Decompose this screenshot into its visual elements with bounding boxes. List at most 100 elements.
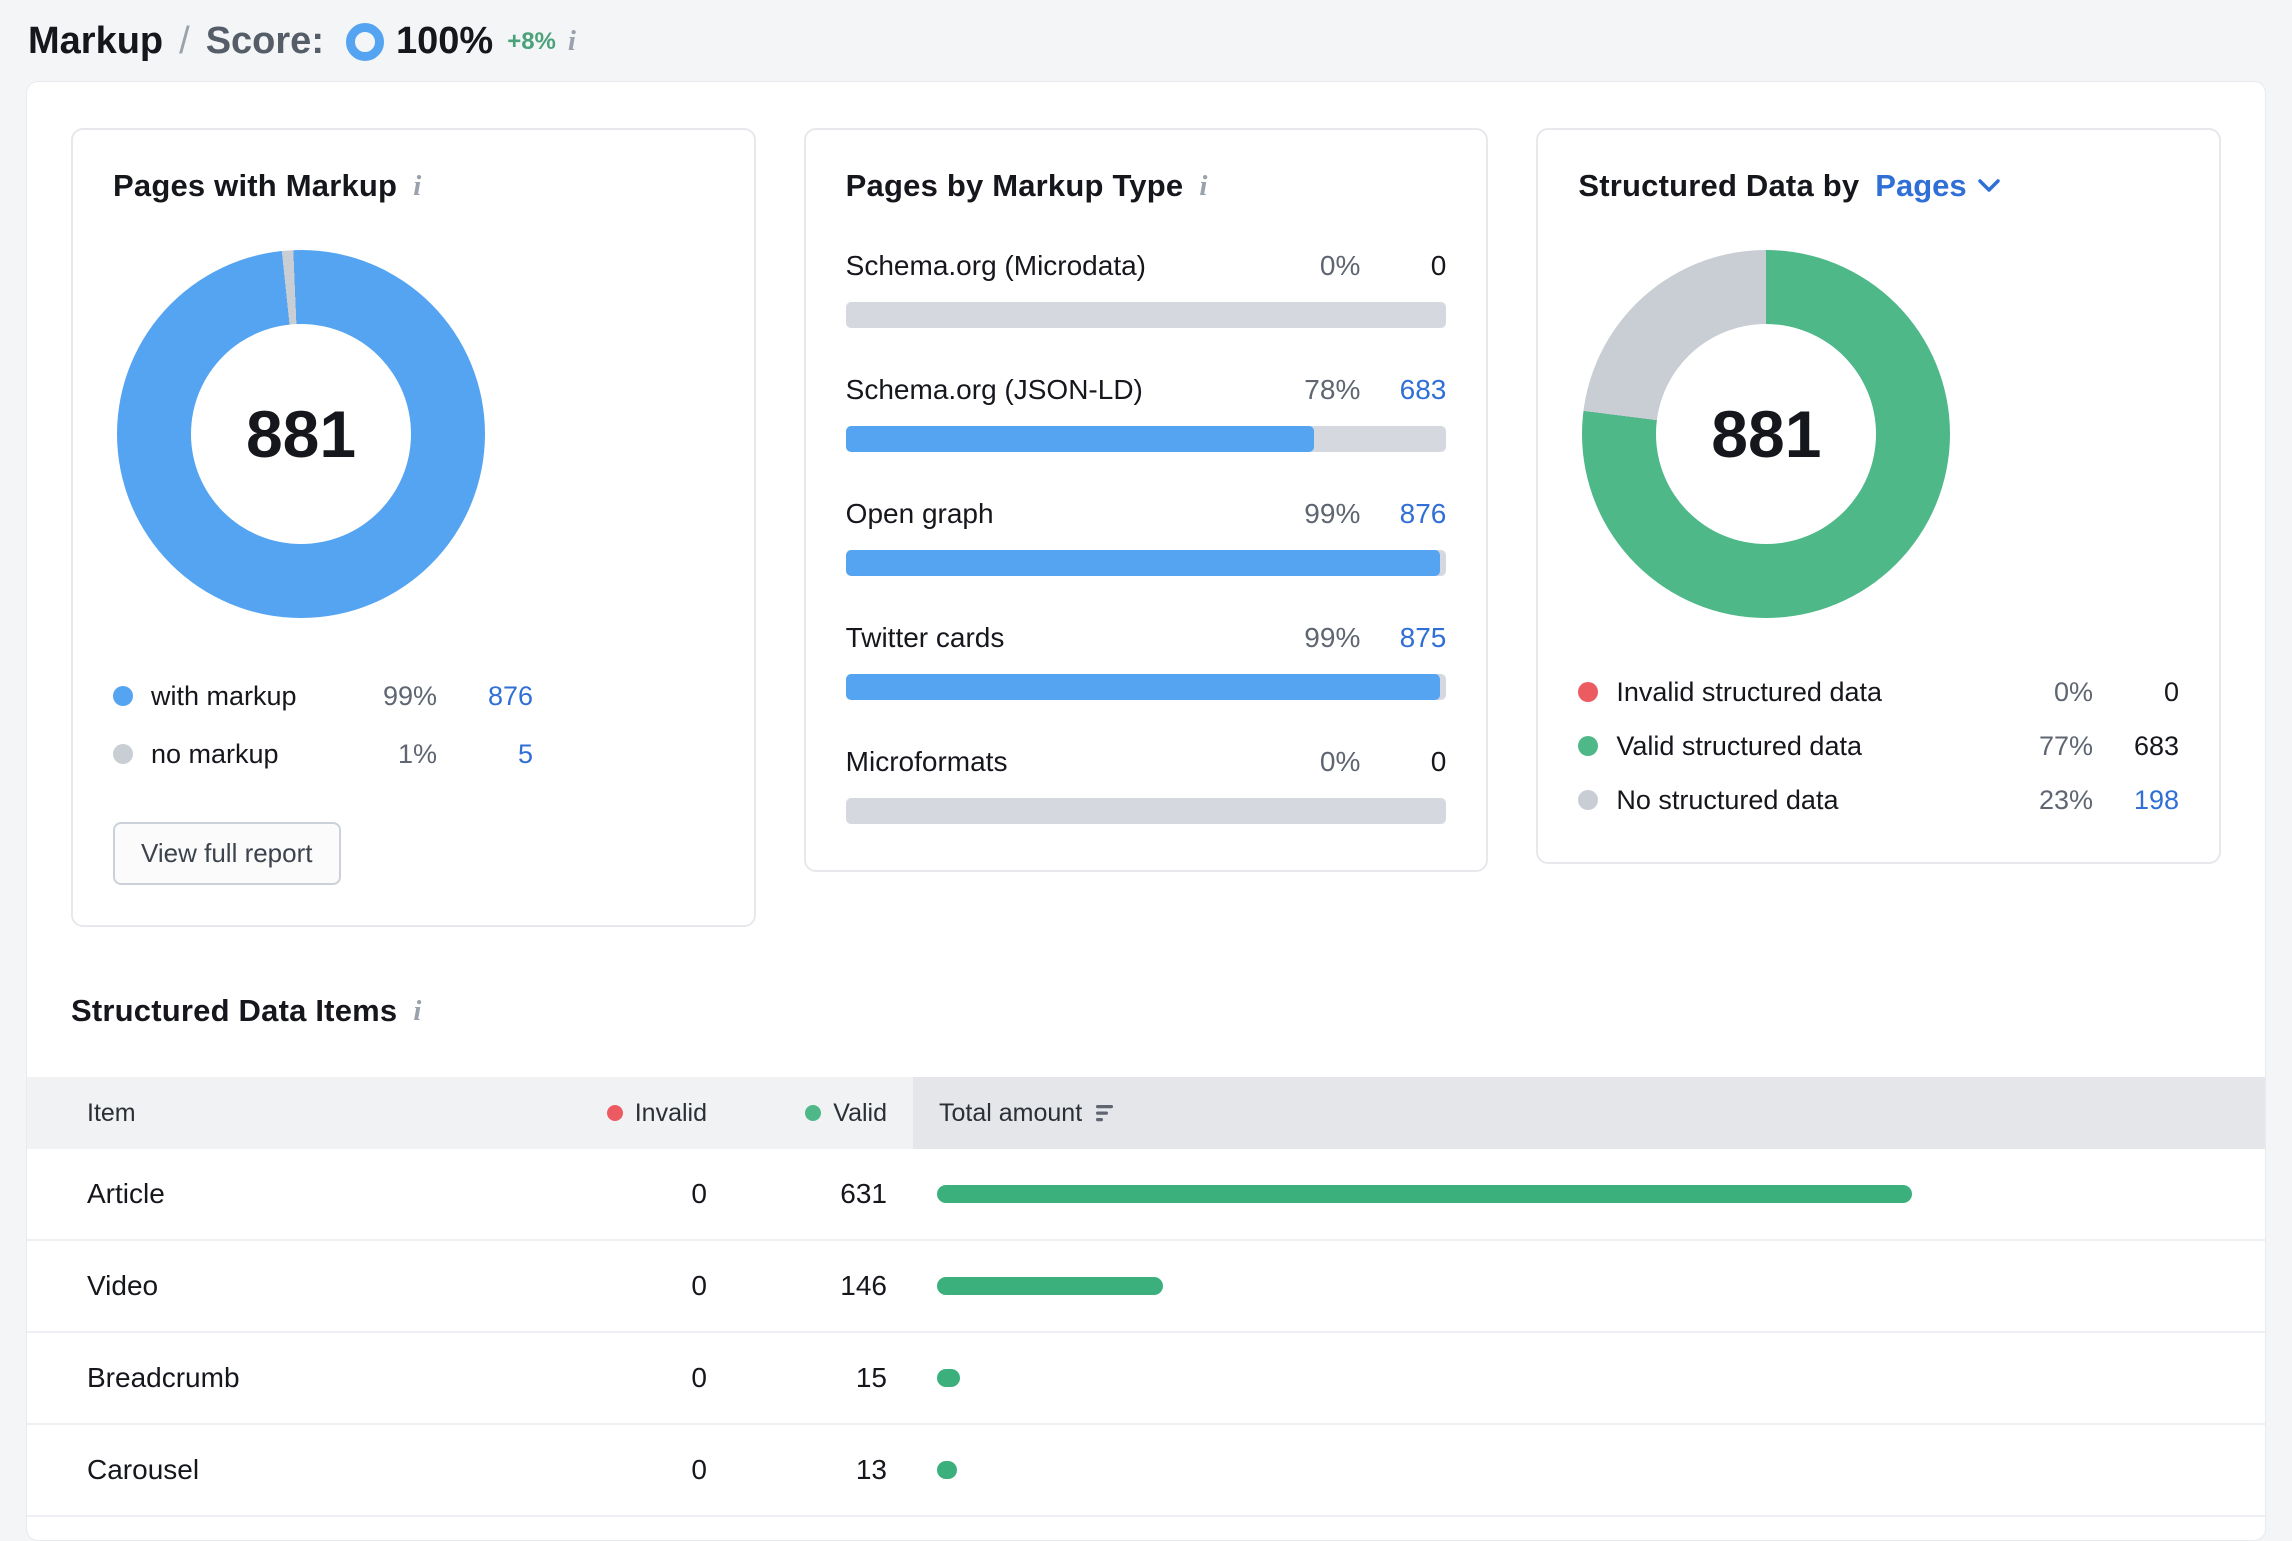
- page-header: Markup / Score: 100% +8% i: [0, 0, 2292, 81]
- legend-percent: 99%: [345, 681, 437, 712]
- legend-value: 683: [2093, 731, 2179, 762]
- markup-type-bar-track: [846, 550, 1447, 576]
- legend-percent: 23%: [2001, 785, 2093, 816]
- score-label: Score:: [206, 20, 324, 63]
- score-ring-icon: [346, 23, 384, 61]
- markup-type-row: Schema.org (JSON-LD) 78% 683: [846, 374, 1447, 452]
- content-panel: Pages with Markup i 881 with markup 99% …: [26, 81, 2266, 1541]
- table-body: Article 0 631 Video 0 146 Breadcrumb 0 1…: [27, 1149, 2265, 1517]
- invalid-count: 0: [587, 1362, 707, 1394]
- markup-type-bar-list: Schema.org (Microdata) 0% 0 Schema.org (…: [846, 250, 1447, 824]
- legend-label: Valid structured data: [1616, 731, 2001, 762]
- invalid-count: 0: [587, 1178, 707, 1210]
- structured-data-items-title: Structured Data Items: [71, 993, 397, 1029]
- invalid-count: 0: [587, 1454, 707, 1486]
- chevron-down-icon: [1977, 178, 2001, 194]
- table-header-left: Item Invalid Valid: [27, 1077, 913, 1149]
- legend-dot-icon: [113, 744, 133, 764]
- legend-value: 0: [2093, 677, 2179, 708]
- markup-type-count[interactable]: 875: [1374, 622, 1446, 654]
- legend-dot-icon: [1578, 682, 1598, 702]
- markup-type-label: Twitter cards: [846, 622, 1305, 654]
- markup-type-row: Twitter cards 99% 875: [846, 622, 1447, 700]
- legend-value[interactable]: 198: [2093, 785, 2179, 816]
- info-icon[interactable]: i: [413, 172, 421, 201]
- markup-type-row: Open graph 99% 876: [846, 498, 1447, 576]
- donut-total-pages: 881: [246, 396, 356, 472]
- legend-label: no markup: [151, 739, 345, 770]
- invalid-header-label: Invalid: [635, 1099, 707, 1128]
- invalid-column-header: Invalid: [587, 1099, 707, 1128]
- structured-data-donut-chart[interactable]: 881: [1582, 250, 1950, 618]
- title-separator: /: [179, 20, 190, 63]
- legend-row: No structured data 23% 198: [1578, 778, 2179, 822]
- item-name: Article: [27, 1178, 587, 1210]
- amount-bar: [937, 1369, 960, 1387]
- valid-column-header: Valid: [707, 1099, 887, 1128]
- legend-row: Valid structured data 77% 683: [1578, 724, 2179, 768]
- valid-header-label: Valid: [833, 1099, 887, 1128]
- table-row: Article 0 631: [27, 1149, 2265, 1241]
- markup-type-bar-fill: [846, 426, 1315, 452]
- legend-row: Invalid structured data 0% 0: [1578, 670, 2179, 714]
- legend-percent: 1%: [345, 739, 437, 770]
- card-structured-data-by-pages: Structured Data by Pages 881 Invalid str…: [1536, 128, 2221, 864]
- item-name: Breadcrumb: [27, 1362, 587, 1394]
- item-column-header: Item: [27, 1099, 587, 1128]
- markup-type-row: Microformats 0% 0: [846, 746, 1447, 824]
- amount-bar: [937, 1277, 1163, 1295]
- pages-dropdown-value: Pages: [1875, 168, 1966, 204]
- markup-type-count: 0: [1374, 250, 1446, 282]
- item-name: Video: [27, 1270, 587, 1302]
- card-title-pages-by-markup-type: Pages by Markup Type: [846, 168, 1184, 204]
- info-icon[interactable]: i: [413, 997, 421, 1026]
- legend-row: no markup 1% 5: [113, 732, 533, 776]
- invalid-count: 0: [587, 1270, 707, 1302]
- pages-dropdown[interactable]: Pages: [1875, 168, 2000, 204]
- markup-type-count[interactable]: 876: [1374, 498, 1446, 530]
- item-name: Carousel: [27, 1454, 587, 1486]
- card-title-pages-with-markup: Pages with Markup: [113, 168, 397, 204]
- card-title-structured-data-by: Structured Data by: [1578, 168, 1859, 204]
- markup-type-percent: 0%: [1320, 746, 1360, 778]
- total-amount-column-header[interactable]: Total amount: [913, 1077, 2265, 1149]
- table-header-row: Item Invalid Valid Total amount: [27, 1077, 2265, 1149]
- pages-with-markup-legend: with markup 99% 876 no markup 1% 5: [113, 674, 533, 776]
- markup-type-percent: 0%: [1320, 250, 1360, 282]
- structured-data-legend: Invalid structured data 0% 0 Valid struc…: [1578, 670, 2179, 822]
- amount-bar: [937, 1185, 1912, 1203]
- amount-bar: [937, 1461, 957, 1479]
- pages-with-markup-donut-chart[interactable]: 881: [117, 250, 485, 618]
- legend-percent: 77%: [2001, 731, 2093, 762]
- view-full-report-button[interactable]: View full report: [113, 822, 341, 885]
- donut-hole: 881: [191, 324, 411, 544]
- valid-count: 146: [707, 1270, 887, 1302]
- info-icon[interactable]: i: [568, 27, 576, 56]
- amount-bar-cell: [887, 1362, 2265, 1394]
- valid-count: 15: [707, 1362, 887, 1394]
- score-delta: +8%: [507, 28, 556, 56]
- table-row: Breadcrumb 0 15: [27, 1333, 2265, 1425]
- legend-row: with markup 99% 876: [113, 674, 533, 718]
- markup-type-percent: 78%: [1304, 374, 1360, 406]
- markup-type-count[interactable]: 683: [1374, 374, 1446, 406]
- markup-type-label: Schema.org (Microdata): [846, 250, 1320, 282]
- structured-data-items-table: Item Invalid Valid Total amount: [27, 1077, 2265, 1517]
- valid-count: 13: [707, 1454, 887, 1486]
- valid-dot-icon: [805, 1105, 821, 1121]
- table-row: Carousel 0 13: [27, 1425, 2265, 1517]
- legend-dot-icon: [1578, 790, 1598, 810]
- legend-label: Invalid structured data: [1616, 677, 2001, 708]
- legend-label: No structured data: [1616, 785, 2001, 816]
- summary-cards: Pages with Markup i 881 with markup 99% …: [27, 82, 2265, 927]
- page-title: Markup: [28, 20, 163, 63]
- valid-count: 631: [707, 1178, 887, 1210]
- markup-type-label: Microformats: [846, 746, 1320, 778]
- markup-type-bar-fill: [846, 550, 1441, 576]
- markup-report-page: Markup / Score: 100% +8% i Pages with Ma…: [0, 0, 2292, 1541]
- legend-value[interactable]: 5: [437, 739, 533, 770]
- amount-bar-cell: [887, 1270, 2265, 1302]
- info-icon[interactable]: i: [1199, 172, 1207, 201]
- donut-hole: 881: [1656, 324, 1876, 544]
- legend-value[interactable]: 876: [437, 681, 533, 712]
